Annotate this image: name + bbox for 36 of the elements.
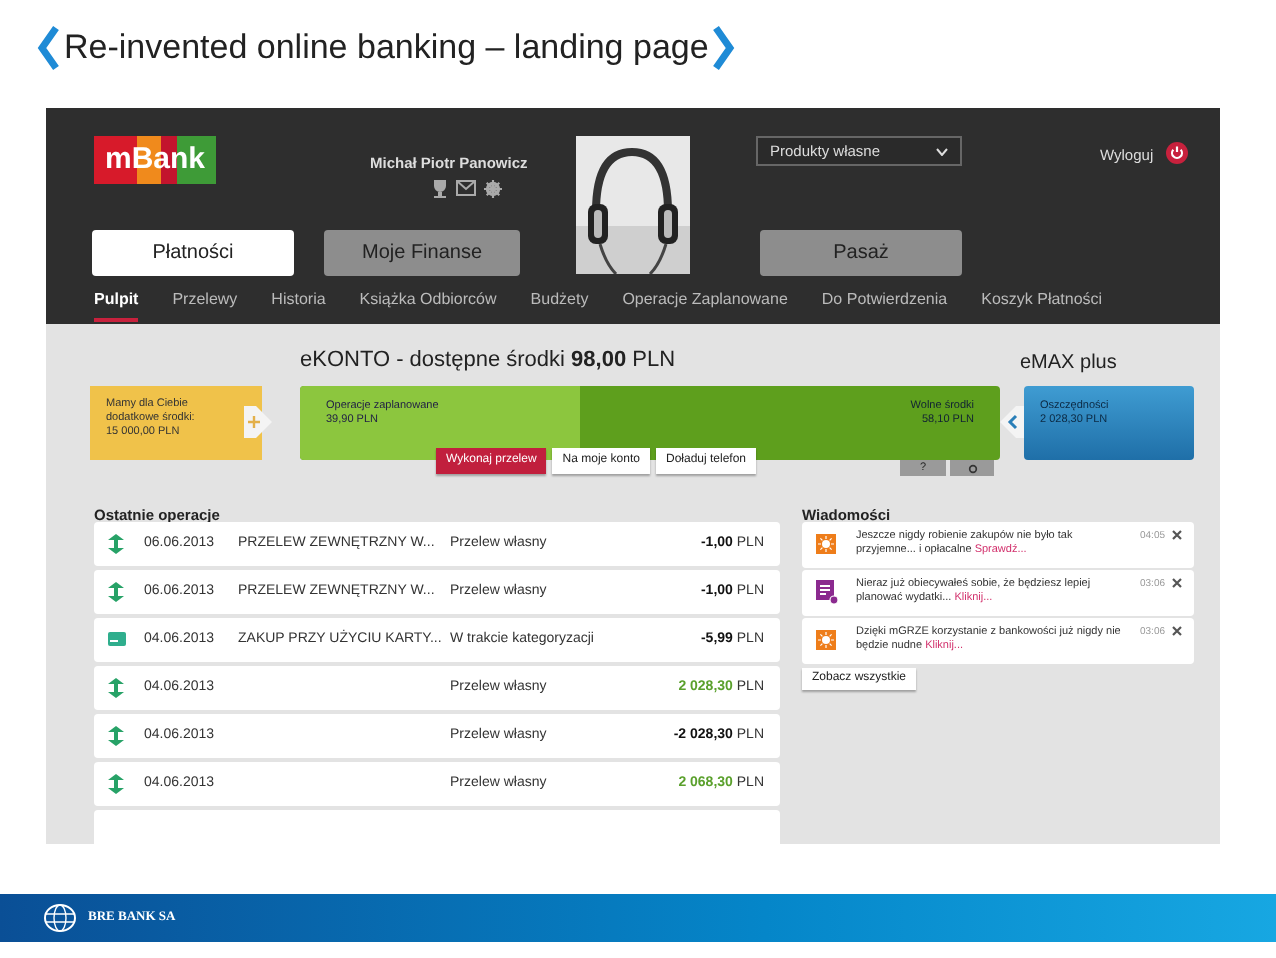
- caret-icon: [936, 147, 948, 155]
- envelope-icon[interactable]: [456, 180, 476, 196]
- document-icon: [816, 580, 838, 604]
- power-icon[interactable]: [1166, 142, 1188, 164]
- nav-link[interactable]: Historia: [271, 288, 326, 322]
- close-icon[interactable]: [1172, 578, 1182, 588]
- main-tab[interactable]: Pasaż: [760, 230, 962, 276]
- trophy-icon[interactable]: [432, 180, 448, 198]
- settings-icon[interactable]: [484, 180, 502, 198]
- card-icon: [108, 632, 126, 646]
- close-icon[interactable]: [1172, 530, 1182, 540]
- savings-title: eMAX plus: [1020, 350, 1117, 378]
- bracket-icon: [712, 24, 737, 72]
- transfer-arrows-icon: [108, 678, 124, 698]
- nav-link[interactable]: Książka Odbiorców: [359, 288, 497, 322]
- main-tab[interactable]: Płatności: [92, 230, 294, 276]
- bracket-icon: [36, 24, 60, 72]
- slide-title: Re-invented online banking – landing page: [64, 26, 709, 71]
- lightbulb-icon: [816, 630, 836, 650]
- main-tab[interactable]: Moje Finanse: [324, 230, 520, 276]
- nav-link[interactable]: Do Potwierdzenia: [821, 288, 948, 322]
- settings-button[interactable]: [950, 460, 994, 476]
- chevron-icon[interactable]: [1000, 406, 1024, 438]
- account-title: eKONTO - dostępne środki 98,00 PLN: [300, 346, 676, 376]
- nav-link[interactable]: Budżety: [530, 288, 589, 322]
- transfer-arrows-icon: [108, 582, 124, 602]
- nav-link[interactable]: Operacje Zaplanowane: [622, 288, 788, 322]
- globe-icon: [44, 904, 76, 932]
- lightbulb-icon: [816, 534, 836, 554]
- nav-link[interactable]: Koszyk Płatności: [981, 288, 1103, 322]
- transfer-arrows-icon: [108, 774, 124, 794]
- nav-link[interactable]: Przelewy: [172, 288, 238, 322]
- close-icon[interactable]: [1172, 626, 1182, 636]
- transfer-arrows-icon: [108, 534, 124, 554]
- transfer-arrows-icon: [108, 726, 124, 746]
- gear-icon: [967, 463, 977, 473]
